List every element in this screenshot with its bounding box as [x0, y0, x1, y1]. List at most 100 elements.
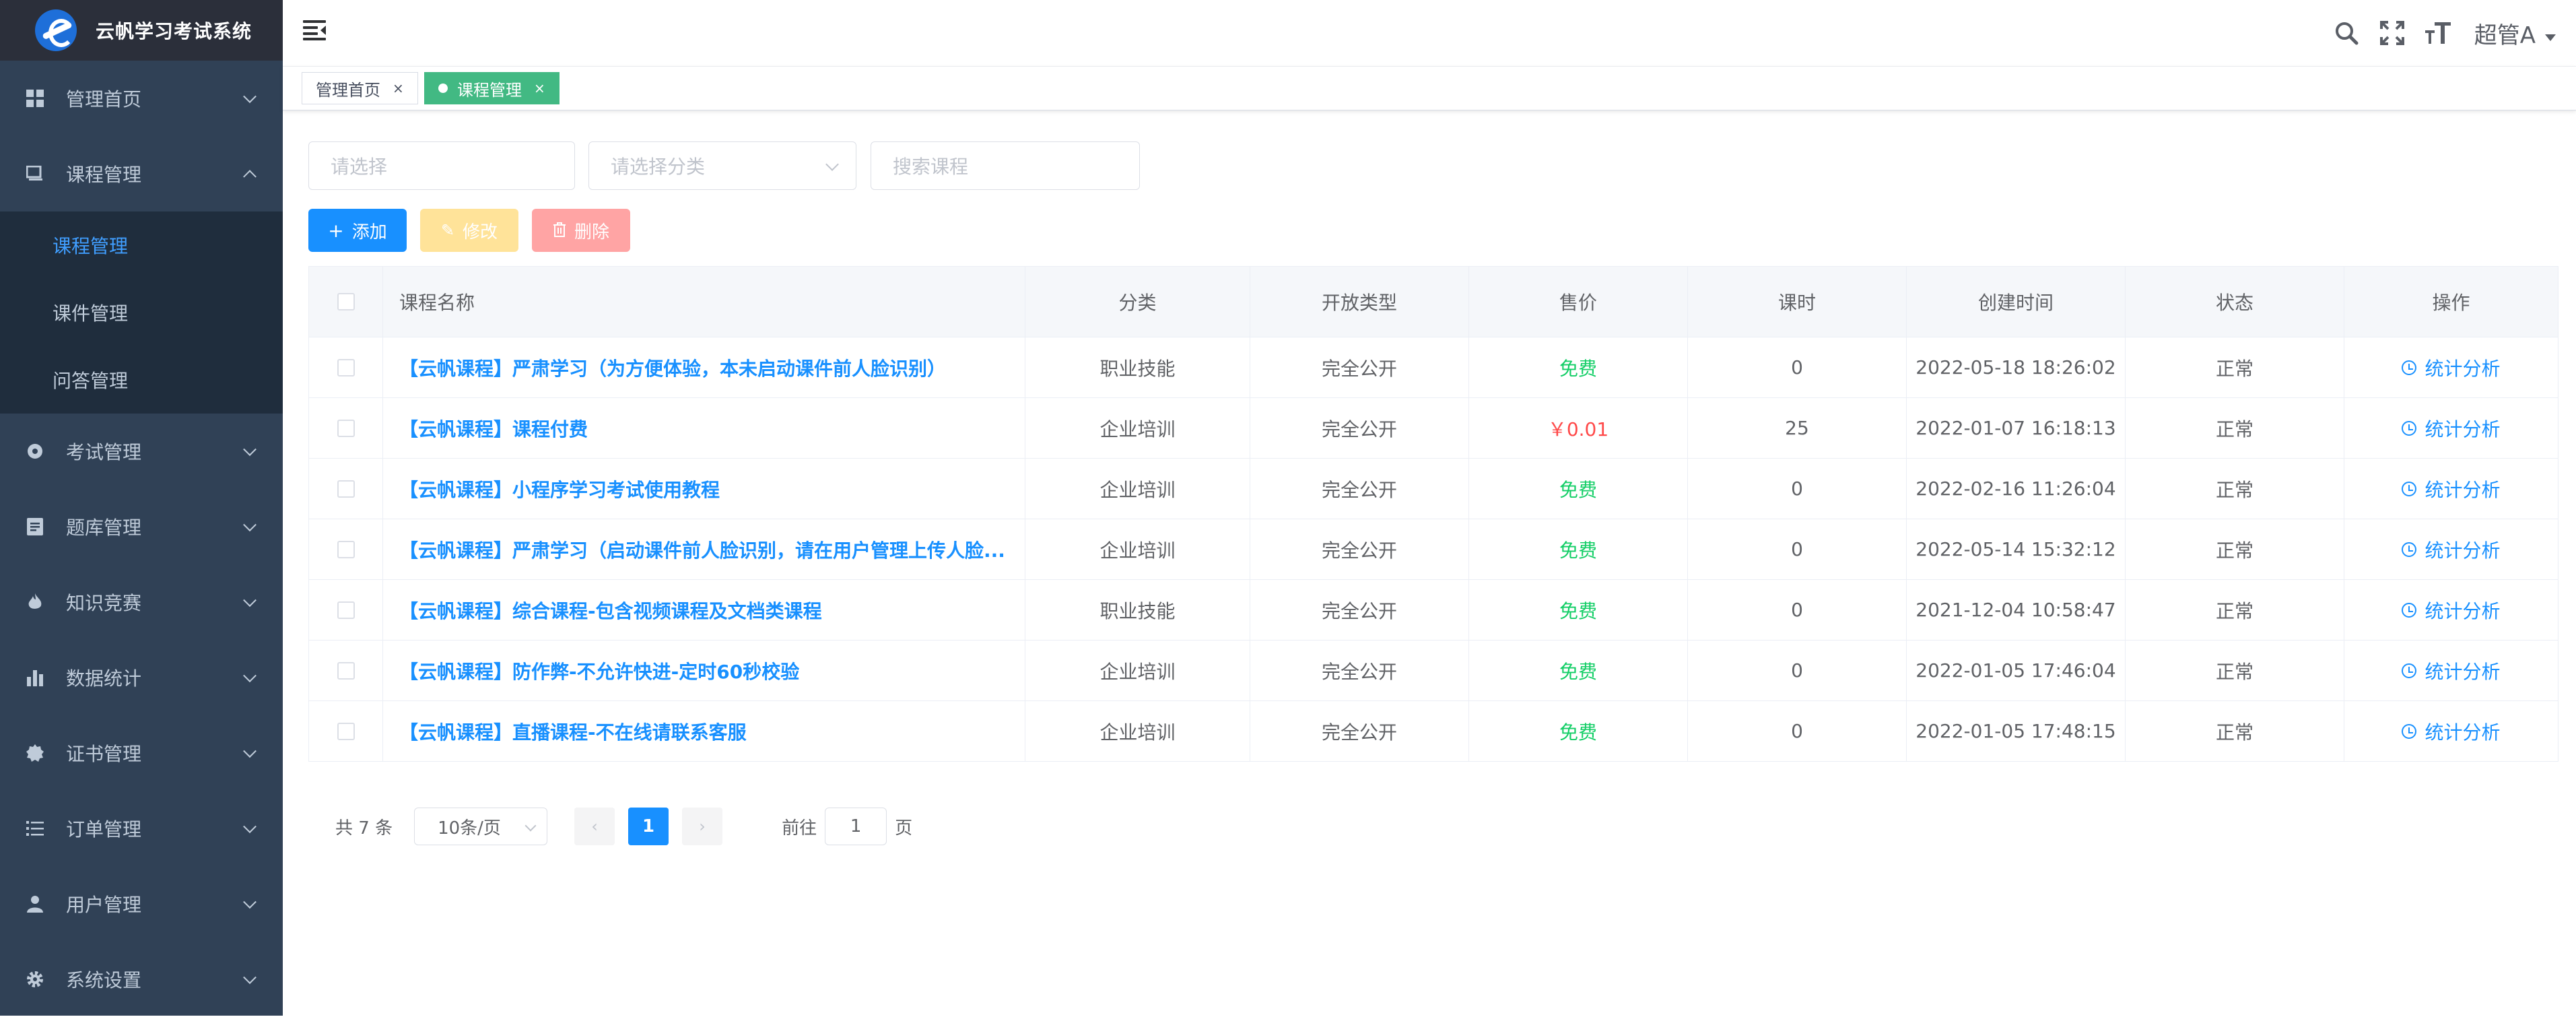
sidebar-item-label: 知识竞赛	[66, 592, 142, 614]
tag-dashboard[interactable]: 管理首页 ×	[302, 72, 418, 104]
created-time-cell: 2022-01-07 16:18:13	[1907, 398, 2126, 458]
row-checkbox[interactable]	[337, 661, 355, 680]
dashboard-icon	[26, 89, 44, 108]
edit-icon: ✎	[440, 221, 455, 240]
sidebar-subitem-course-manage[interactable]: 课程管理	[0, 211, 283, 279]
menu-fold-icon[interactable]	[303, 20, 326, 40]
row-checkbox[interactable]	[337, 601, 355, 619]
total-count: 共 7 条	[335, 818, 393, 839]
stats-analysis-link[interactable]: 统计分析	[2402, 597, 2501, 624]
open-type-select[interactable]: 请选择	[308, 141, 575, 190]
status-cell: 正常	[2126, 701, 2344, 761]
stats-analysis-label: 统计分析	[2425, 660, 2501, 683]
sidebar-item-course[interactable]: 课程管理	[0, 136, 283, 211]
price-cell: 免费	[1469, 580, 1688, 640]
sidebar-item-settings[interactable]: 系统设置	[0, 942, 283, 1017]
row-select-cell	[309, 701, 383, 761]
stats-analysis-link[interactable]: 统计分析	[2402, 536, 2501, 563]
fullscreen-icon[interactable]	[2379, 20, 2406, 46]
search-input[interactable]: 搜索课程	[871, 141, 1140, 190]
course-name-link[interactable]: 【云帆课程】严肃学习（启动课件前人脸识别，请在用户管理上传人脸...	[399, 536, 1005, 563]
course-name-link[interactable]: 【云帆课程】小程序学习考试使用教程	[399, 475, 720, 502]
category-select[interactable]: 请选择分类	[588, 141, 856, 190]
prev-page-button[interactable]: ‹	[574, 808, 615, 845]
column-header-created: 创建时间	[1907, 267, 2126, 337]
row-checkbox[interactable]	[337, 480, 355, 498]
row-checkbox[interactable]	[337, 419, 355, 437]
column-header-name: 课程名称	[383, 267, 1025, 337]
row-checkbox[interactable]	[337, 540, 355, 558]
clock-icon	[2402, 360, 2417, 375]
course-name-link[interactable]: 【云帆课程】严肃学习（为方便体验，本未启动课件前人脸识别）	[399, 354, 946, 381]
certificate-icon	[26, 744, 44, 762]
delete-button[interactable]: 删除	[532, 209, 630, 252]
stats-analysis-link[interactable]: 统计分析	[2402, 475, 2501, 502]
status-cell: 正常	[2126, 337, 2344, 397]
hours-cell: 25	[1688, 398, 1907, 458]
category-cell: 企业培训	[1025, 459, 1250, 519]
stats-analysis-label: 统计分析	[2425, 721, 2501, 744]
sidebar-subitem-courseware[interactable]: 课件管理	[0, 279, 283, 346]
action-cell: 统计分析	[2344, 641, 2558, 700]
page-size-select[interactable]: 10条/页	[414, 808, 548, 845]
clock-icon	[2402, 420, 2417, 436]
sidebar-item-statistics[interactable]: 数据统计	[0, 640, 283, 715]
sidebar-item-contest[interactable]: 知识竞赛	[0, 564, 283, 640]
stats-analysis-label: 统计分析	[2425, 418, 2501, 440]
logo[interactable]: 云帆学习考试系统	[0, 0, 283, 61]
goto-page-input[interactable]: 1	[825, 808, 887, 845]
action-cell: 统计分析	[2344, 519, 2558, 579]
search-icon[interactable]	[2333, 20, 2360, 46]
table-row: 【云帆课程】防作弊-不允许快进-定时60秒校验 企业培训 完全公开 免费 0 2022-0…	[309, 641, 2558, 701]
course-name-link[interactable]: 【云帆课程】直播课程-不在线请联系客服	[399, 718, 747, 745]
fire-icon	[26, 593, 44, 612]
status-cell: 正常	[2126, 580, 2344, 640]
created-time-cell: 2022-01-05 17:46:04	[1907, 641, 2126, 700]
stats-analysis-link[interactable]: 统计分析	[2402, 718, 2501, 745]
tag-course-manage[interactable]: 课程管理 ×	[424, 72, 560, 104]
open-type-cell: 完全公开	[1250, 519, 1469, 579]
sidebar-item-certificate[interactable]: 证书管理	[0, 715, 283, 791]
course-name-link[interactable]: 【云帆课程】防作弊-不允许快进-定时60秒校验	[399, 657, 799, 684]
chevron-up-icon	[243, 170, 257, 184]
category-cell: 职业技能	[1025, 580, 1250, 640]
stats-analysis-link[interactable]: 统计分析	[2402, 354, 2501, 381]
edit-button[interactable]: ✎ 修改	[420, 209, 518, 252]
row-select-cell	[309, 580, 383, 640]
stats-analysis-link[interactable]: 统计分析	[2402, 415, 2501, 442]
tag-label: 课程管理	[457, 80, 522, 100]
table-row: 【云帆课程】严肃学习（启动课件前人脸识别，请在用户管理上传人脸... 企业培训 完全…	[309, 519, 2558, 580]
sidebar-item-label: 订单管理	[66, 818, 142, 841]
table-row: 【云帆课程】综合课程-包含视频课程及文档类课程 职业技能 完全公开 免费 0 2021-1…	[309, 580, 2558, 641]
status-cell: 正常	[2126, 398, 2344, 458]
app-title: 云帆学习考试系统	[96, 20, 252, 42]
row-checkbox[interactable]	[337, 358, 355, 376]
sidebar-item-dashboard[interactable]: 管理首页	[0, 61, 283, 136]
sidebar-subitem-qa[interactable]: 问答管理	[0, 346, 283, 414]
price-cell: 免费	[1469, 337, 1688, 397]
sidebar-item-question-bank[interactable]: 题库管理	[0, 489, 283, 564]
add-button[interactable]: + 添加	[308, 209, 407, 252]
close-icon[interactable]: ×	[393, 80, 404, 96]
select-all-checkbox[interactable]	[337, 293, 355, 310]
caret-down-icon[interactable]	[2545, 34, 2556, 41]
next-page-button[interactable]: ›	[682, 808, 723, 845]
exam-icon	[26, 442, 44, 461]
page-number-current[interactable]: 1	[628, 808, 669, 845]
gear-icon	[26, 970, 44, 989]
document-icon	[26, 517, 44, 536]
sidebar-item-users[interactable]: 用户管理	[0, 866, 283, 942]
course-name-link[interactable]: 【云帆课程】综合课程-包含视频课程及文档类课程	[399, 597, 822, 624]
sidebar-item-orders[interactable]: 订单管理	[0, 791, 283, 866]
hours-cell: 0	[1688, 580, 1907, 640]
sidebar-item-exam[interactable]: 考试管理	[0, 414, 283, 489]
tags-view: 管理首页 × 课程管理 ×	[283, 67, 2576, 110]
stats-analysis-link[interactable]: 统计分析	[2402, 657, 2501, 684]
pagination: 共 7 条 10条/页 ‹ 1 › 前往 1 页	[335, 807, 912, 846]
course-name-link[interactable]: 【云帆课程】课程付费	[399, 415, 588, 442]
user-menu[interactable]: 超管A	[2474, 17, 2536, 50]
row-checkbox[interactable]	[337, 722, 355, 740]
column-header-open-type: 开放类型	[1250, 267, 1469, 337]
close-icon[interactable]: ×	[534, 80, 545, 96]
font-size-icon[interactable]	[2425, 20, 2451, 46]
